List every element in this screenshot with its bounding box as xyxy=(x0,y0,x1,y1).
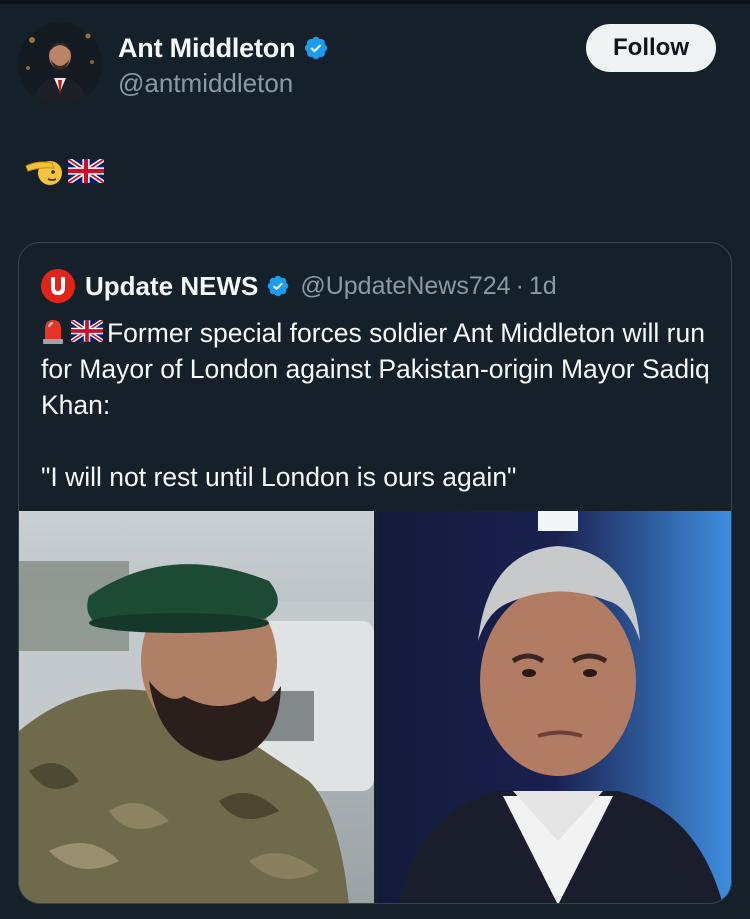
author-avatar[interactable] xyxy=(18,22,102,106)
media-photo-2[interactable] xyxy=(378,511,731,903)
man-suit-photo-icon xyxy=(378,511,731,903)
quoted-verified-badge-icon xyxy=(268,275,289,297)
quoted-tweet-card[interactable]: Update NEWS @UpdateNews724 · 1d Former s… xyxy=(18,242,732,904)
verified-badge-icon xyxy=(305,36,328,60)
author-name-row: Ant Middleton xyxy=(118,30,329,66)
quoted-text-paragraph-1: Former special forces soldier Ant Middle… xyxy=(41,315,721,423)
tweet-page: Ant Middleton @antmiddleton Follow Updat… xyxy=(0,0,750,919)
uk-flag-small-icon xyxy=(71,320,103,342)
soldier-beret-photo-icon xyxy=(19,511,374,903)
quoted-author-name[interactable]: Update NEWS xyxy=(85,271,258,302)
logo-u-glyph-icon xyxy=(41,269,75,303)
saluting-face-icon xyxy=(25,161,62,185)
quoted-tweet-text: Former special forces soldier Ant Middle… xyxy=(41,315,721,495)
author-name[interactable]: Ant Middleton xyxy=(118,33,296,64)
author-info: Ant Middleton @antmiddleton xyxy=(118,30,329,99)
police-light-icon xyxy=(43,320,63,344)
author-handle[interactable]: @antmiddleton xyxy=(118,68,329,99)
separator-dot: · xyxy=(515,271,524,300)
quoted-tweet-header: Update NEWS @UpdateNews724 · 1d xyxy=(41,269,557,303)
update-news-logo-icon[interactable] xyxy=(41,269,75,303)
quoted-media-grid xyxy=(19,511,731,903)
quoted-text-line-1: Former special forces soldier Ant Middle… xyxy=(41,318,710,420)
lead-emojis xyxy=(41,317,103,345)
media-photo-1[interactable] xyxy=(19,511,374,903)
avatar-photo-icon xyxy=(18,22,102,106)
quoted-timestamp[interactable]: 1d xyxy=(529,272,557,301)
tweet-text xyxy=(24,154,104,188)
quoted-author-handle[interactable]: @UpdateNews724 xyxy=(300,272,510,301)
uk-flag-icon xyxy=(68,159,104,183)
quoted-text-line-2: "I will not rest until London is ours ag… xyxy=(41,462,517,492)
follow-button[interactable]: Follow xyxy=(586,24,716,72)
